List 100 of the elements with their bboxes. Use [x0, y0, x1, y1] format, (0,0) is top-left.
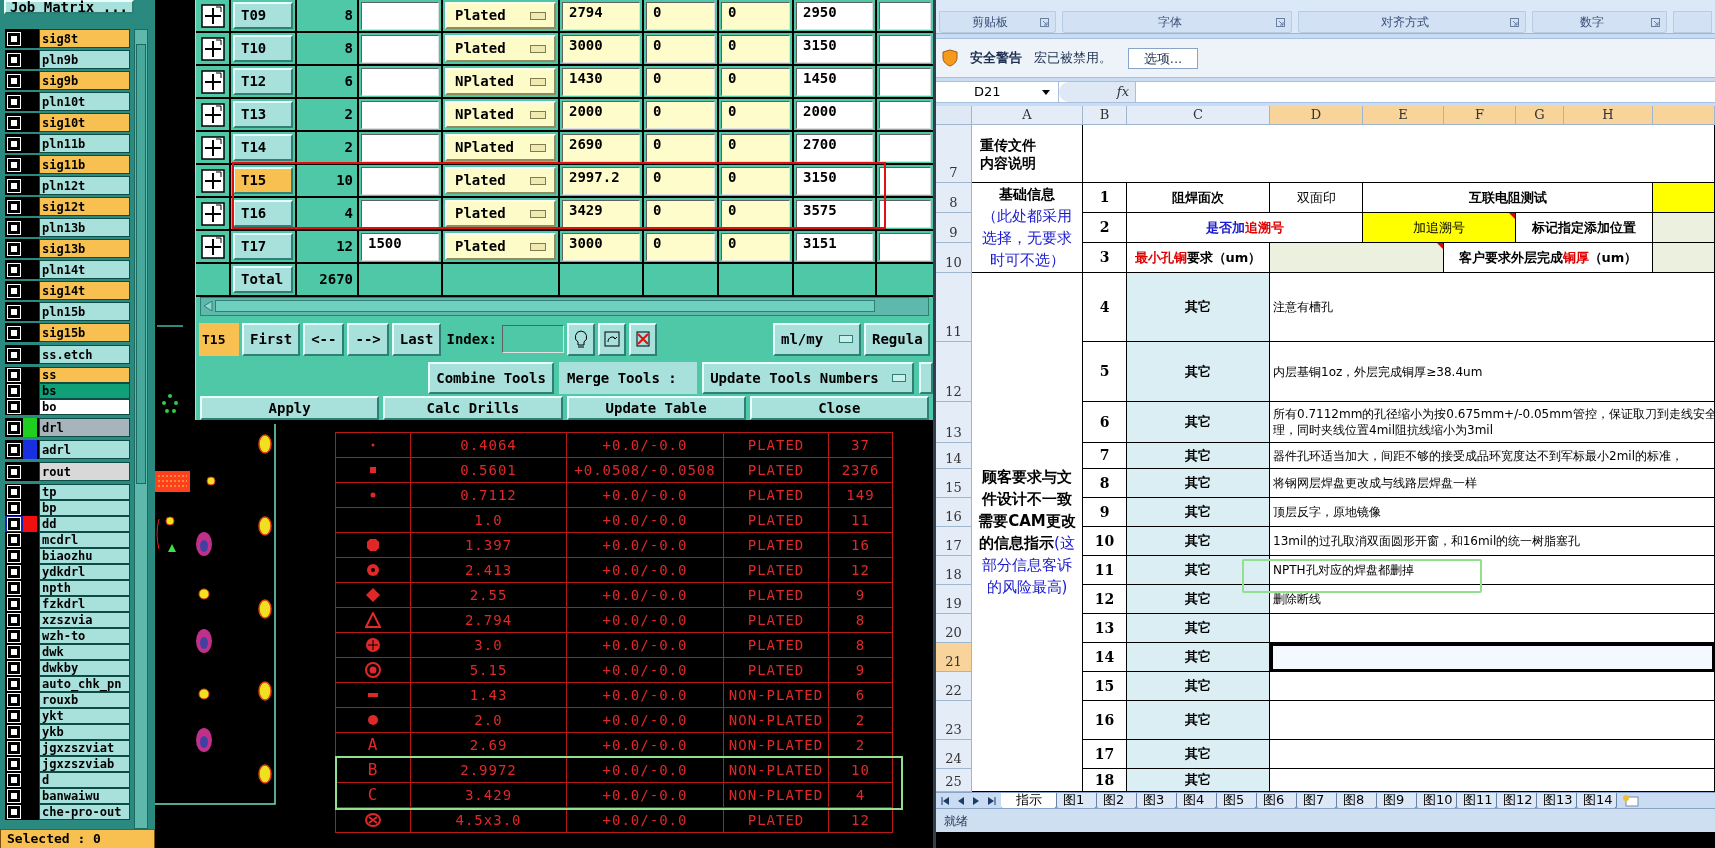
- column-header[interactable]: C: [1127, 106, 1270, 125]
- table-cell[interactable]: 注意有槽孔: [1270, 273, 1715, 342]
- column-header[interactable]: D: [1270, 106, 1363, 125]
- input-field[interactable]: 3575: [796, 199, 873, 228]
- layer-name[interactable]: d: [39, 772, 130, 788]
- delete-button[interactable]: [629, 322, 658, 356]
- input-field[interactable]: [361, 100, 439, 129]
- layer-name[interactable]: pln11b: [39, 134, 130, 153]
- layer-row[interactable]: auto_chk_pn: [5, 676, 130, 692]
- input-field[interactable]: [879, 199, 931, 228]
- layer-name[interactable]: auto_chk_pn: [39, 676, 130, 692]
- sheet-tab[interactable]: 图3: [1137, 792, 1177, 809]
- layer-name[interactable]: sig15b: [39, 323, 130, 342]
- row-header[interactable]: 12: [936, 342, 972, 402]
- layer-row[interactable]: wzh-to: [5, 628, 130, 644]
- sheet-tab[interactable]: 图1: [1057, 792, 1097, 809]
- layer-checkbox[interactable]: [8, 726, 20, 738]
- launcher-icon[interactable]: [1510, 17, 1519, 27]
- layer-name[interactable]: pln13b: [39, 218, 130, 237]
- expand-icon[interactable]: [200, 102, 225, 127]
- horizontal-scrollbar[interactable]: [200, 296, 929, 317]
- input-field[interactable]: [879, 166, 931, 195]
- layer-name[interactable]: bo: [39, 399, 130, 415]
- table-cell[interactable]: NPTH孔对应的焊盘都删掉: [1270, 556, 1715, 585]
- layer-row[interactable]: dwkby: [5, 660, 130, 676]
- layer-checkbox[interactable]: [8, 385, 20, 397]
- action-button[interactable]: Update Table: [566, 396, 746, 420]
- input-field[interactable]: [361, 166, 439, 195]
- layer-name[interactable]: sig13b: [39, 239, 130, 258]
- layer-row[interactable]: rout: [5, 462, 130, 481]
- column-header[interactable]: A: [972, 106, 1083, 125]
- layer-checkbox[interactable]: [8, 742, 20, 754]
- sheet-tab[interactable]: 图13: [1537, 792, 1577, 809]
- layer-row[interactable]: biaozhu: [5, 548, 130, 564]
- input-field[interactable]: 0: [646, 34, 715, 63]
- layer-row[interactable]: bo: [5, 399, 130, 415]
- layer-row[interactable]: pln13b: [5, 218, 130, 237]
- type-dropdown[interactable]: Plated: [445, 2, 556, 29]
- layer-name[interactable]: sig8t: [39, 29, 130, 48]
- input-field[interactable]: 0: [721, 199, 790, 228]
- layer-name[interactable]: xzszvia: [39, 612, 130, 628]
- launcher-icon[interactable]: [1040, 17, 1049, 27]
- table-cell[interactable]: 删除断线: [1270, 585, 1715, 614]
- layer-name[interactable]: ydkdrl: [39, 564, 130, 580]
- action-button[interactable]: Calc Drills: [383, 396, 563, 420]
- layer-name[interactable]: sig14t: [39, 281, 130, 300]
- layer-row[interactable]: ykb: [5, 724, 130, 740]
- nav-button[interactable]: Last: [391, 322, 442, 356]
- type-dropdown[interactable]: NPlated: [445, 101, 556, 128]
- layer-row[interactable]: ss.etch: [5, 345, 130, 364]
- layer-row[interactable]: pln10t: [5, 92, 130, 111]
- tool-button[interactable]: T12: [233, 68, 293, 95]
- sheet-tab[interactable]: 指示: [1001, 792, 1057, 809]
- column-header[interactable]: H: [1564, 106, 1653, 125]
- row-header[interactable]: 19: [936, 585, 972, 614]
- more-button[interactable]: [919, 362, 933, 395]
- launcher-icon[interactable]: [1651, 17, 1660, 27]
- launcher-icon[interactable]: [1276, 17, 1285, 27]
- layer-checkbox[interactable]: [8, 758, 20, 770]
- column-header[interactable]: G: [1516, 106, 1564, 125]
- layer-checkbox[interactable]: [8, 678, 20, 690]
- tool-button[interactable]: T16: [233, 200, 293, 227]
- layer-row[interactable]: d: [5, 772, 130, 788]
- layer-name[interactable]: pln12t: [39, 176, 130, 195]
- layer-checkbox[interactable]: [8, 710, 20, 722]
- input-field[interactable]: 0: [721, 232, 790, 261]
- type-dropdown[interactable]: Plated: [445, 167, 556, 194]
- input-field[interactable]: 1430: [562, 67, 640, 96]
- bulb-button[interactable]: [567, 322, 596, 356]
- layer-name[interactable]: pln10t: [39, 92, 130, 111]
- input-field[interactable]: 3429: [562, 199, 640, 228]
- sheet-tab[interactable]: 图4: [1177, 792, 1217, 809]
- layer-row[interactable]: pln11b: [5, 134, 130, 153]
- index-field[interactable]: [502, 325, 565, 354]
- layer-name[interactable]: npth: [39, 580, 130, 596]
- function-button[interactable]: fx: [1116, 82, 1129, 102]
- row-header[interactable]: 14: [936, 443, 972, 469]
- sheet-tab[interactable]: 图7: [1297, 792, 1337, 809]
- column-header[interactable]: E: [1363, 106, 1444, 125]
- layer-row[interactable]: ss: [5, 367, 130, 383]
- layer-row[interactable]: drl: [5, 418, 130, 437]
- table-cell[interactable]: 将钢网层焊盘更改成与线路层焊盘一样: [1270, 469, 1715, 498]
- layer-row[interactable]: rouxb: [5, 692, 130, 708]
- input-field[interactable]: [879, 67, 931, 96]
- table-cell[interactable]: [1270, 614, 1715, 643]
- layer-name[interactable]: drl: [39, 418, 130, 437]
- layer-row[interactable]: bs: [5, 383, 130, 399]
- action-button[interactable]: Close: [749, 396, 929, 420]
- job-matrix-button[interactable]: Job Matrix ...: [4, 0, 134, 14]
- layer-row[interactable]: dd: [5, 516, 130, 532]
- table-cell[interactable]: [1270, 769, 1715, 792]
- layer-row[interactable]: sig11b: [5, 155, 130, 174]
- layer-row[interactable]: ydkdrl: [5, 564, 130, 580]
- input-field[interactable]: [361, 133, 439, 162]
- layer-name[interactable]: mcdrl: [39, 532, 130, 548]
- input-field[interactable]: [879, 100, 931, 129]
- table-cell[interactable]: 13mil的过孔取消双面圆形开窗，和16mil的统一树脂塞孔: [1270, 527, 1715, 556]
- layer-row[interactable]: pln9b: [5, 50, 130, 69]
- row-header[interactable]: 13: [936, 402, 972, 443]
- layer-checkbox[interactable]: [8, 774, 20, 786]
